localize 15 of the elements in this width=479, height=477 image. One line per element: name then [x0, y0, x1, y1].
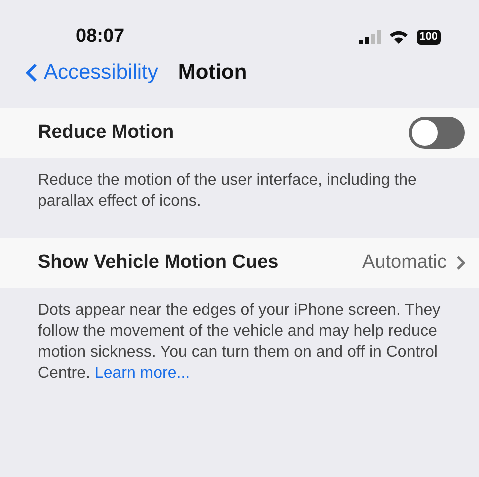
section-footer: Reduce the motion of the user interface, including the parallax effect of icons. — [0, 158, 479, 238]
signal-icon — [358, 30, 381, 44]
page-title: Motion — [178, 60, 248, 86]
learn-more-link[interactable]: Learn more... — [94, 365, 190, 382]
back-chevron-icon — [26, 63, 38, 83]
row-value: Automatic — [362, 250, 447, 275]
back-button[interactable]: Accessibility — [26, 57, 158, 89]
chevron-icon — [457, 256, 465, 270]
status-time: 08:07 — [76, 24, 125, 49]
settings-row[interactable]: Reduce Motion — [0, 108, 479, 158]
battery-icon: 100 — [416, 30, 441, 44]
settings-row[interactable]: Show Vehicle Motion Cues Automatic — [0, 238, 479, 288]
wifi-icon — [388, 30, 409, 44]
section-footer: Dots appear near the edges of your iPhone screen. They follow the movement of the vehicle and may help reduce motion sickness. You can turn them on and off in Control Centre. Learn more... — [0, 288, 479, 394]
toggle-switch[interactable] — [409, 117, 465, 149]
